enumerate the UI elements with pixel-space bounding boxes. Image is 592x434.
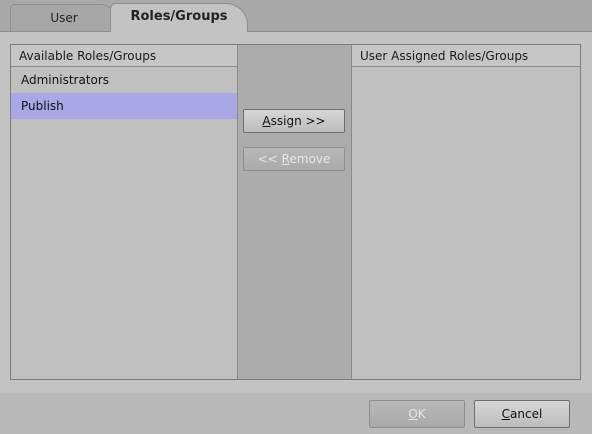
ok-label: K (417, 407, 426, 421)
roles-assignment-area: Available Roles/Groups Administrators Pu… (10, 44, 581, 380)
tab-roles-groups[interactable]: Roles/Groups (110, 3, 248, 32)
cancel-mnemonic: C (501, 407, 511, 421)
remove-button[interactable]: << Remove (243, 147, 345, 171)
remove-prefix: << (257, 152, 282, 166)
tab-strip: User Roles/Groups (0, 0, 592, 32)
transfer-buttons-column: Assign >> << Remove (238, 45, 352, 379)
assign-label: ssign >> (270, 114, 326, 128)
assigned-roles-header: User Assigned Roles/Groups (352, 45, 580, 67)
tab-user[interactable]: User (10, 4, 118, 32)
roles-groups-dialog: User Roles/Groups Available Roles/Groups… (0, 0, 592, 434)
assign-mnemonic: A (262, 114, 271, 128)
available-roles-list: Available Roles/Groups Administrators Pu… (11, 45, 238, 379)
ok-button[interactable]: OK (369, 400, 465, 428)
cancel-button[interactable]: Cancel (474, 400, 570, 428)
assigned-roles-list[interactable]: User Assigned Roles/Groups (352, 45, 580, 379)
cancel-label: ancel (510, 407, 543, 421)
list-item-administrators[interactable]: Administrators (11, 67, 237, 93)
assign-button[interactable]: Assign >> (243, 109, 345, 133)
list-item-publish[interactable]: Publish (11, 93, 237, 119)
roles-groups-panel: Available Roles/Groups Administrators Pu… (0, 31, 592, 393)
ok-mnemonic: O (408, 407, 418, 421)
remove-label: emove (289, 152, 331, 166)
available-roles-header: Available Roles/Groups (11, 45, 237, 67)
